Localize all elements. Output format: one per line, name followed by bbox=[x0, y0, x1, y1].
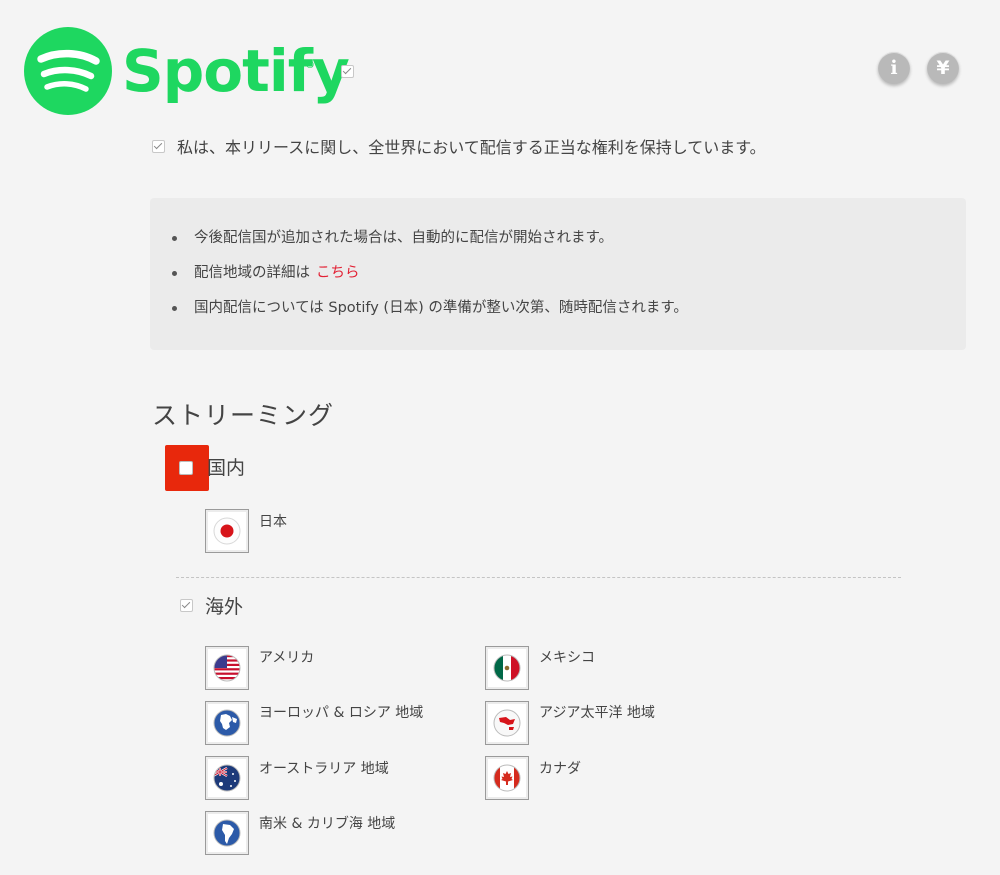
canada-flag-icon bbox=[493, 764, 521, 792]
australia-flag-button[interactable] bbox=[205, 756, 249, 800]
mexico-flag-icon bbox=[493, 654, 521, 682]
country-label-europe-russia: ヨーロッパ & ロシア 地域 bbox=[259, 705, 424, 721]
usa-flag-button[interactable] bbox=[205, 646, 249, 690]
release-territory-page: Spotify ® i ¥ 私は、本リリースに関し、全世界において配信する正当な… bbox=[0, 0, 1000, 875]
overseas-row: 海外 bbox=[180, 592, 243, 619]
japan-flag-button[interactable] bbox=[205, 509, 249, 553]
overseas-checkbox[interactable] bbox=[180, 599, 193, 612]
country-label-asia-pacific: アジア太平洋 地域 bbox=[539, 705, 655, 721]
notice-list: 今後配信国が追加された場合は、自動的に配信が開始されます。 配信地域の詳細は こち… bbox=[172, 228, 688, 333]
notice-item: 今後配信国が追加された場合は、自動的に配信が開始されます。 bbox=[172, 228, 688, 263]
country-label-usa: アメリカ bbox=[259, 650, 315, 666]
notice-item: 配信地域の詳細は こちら bbox=[172, 263, 688, 298]
europe-russia-button[interactable] bbox=[205, 701, 249, 745]
asia-pacific-icon bbox=[493, 709, 521, 737]
section-divider bbox=[176, 577, 901, 578]
region-details-link[interactable]: こちら bbox=[316, 265, 360, 281]
asia-pacific-button[interactable] bbox=[485, 701, 529, 745]
yen-icon[interactable]: ¥ bbox=[927, 52, 959, 84]
notice-domestic-text: 国内配信については Spotify (日本) の準備が整い次第、随時配信されます… bbox=[194, 300, 688, 316]
notice-region-details-text: 配信地域の詳細は bbox=[194, 265, 310, 281]
japan-flag-icon bbox=[213, 517, 241, 545]
australia-flag-icon bbox=[213, 764, 241, 792]
domestic-label: 国内 bbox=[207, 457, 246, 479]
country-label-canada: カナダ bbox=[539, 761, 581, 777]
overseas-label: 海外 bbox=[205, 596, 244, 618]
notice-auto-distribution-text: 今後配信国が追加された場合は、自動的に配信が開始されます。 bbox=[194, 230, 614, 246]
canada-flag-button[interactable] bbox=[485, 756, 529, 800]
usa-flag-icon bbox=[213, 654, 241, 682]
rights-label: 私は、本リリースに関し、全世界において配信する正当な権利を保持しています。 bbox=[177, 138, 766, 157]
south-america-caribbean-icon bbox=[213, 819, 241, 847]
country-label-australia: オーストラリア 地域 bbox=[259, 761, 389, 777]
rights-checkbox[interactable] bbox=[152, 139, 165, 153]
info-icon[interactable]: i bbox=[878, 52, 910, 84]
country-label-japan: 日本 bbox=[259, 514, 287, 530]
streaming-section-title: ストリーミング bbox=[152, 401, 335, 430]
spotify-wordmark: Spotify bbox=[122, 37, 350, 105]
mexico-flag-button[interactable] bbox=[485, 646, 529, 690]
south-america-caribbean-button[interactable] bbox=[205, 811, 249, 855]
brand-checkbox[interactable] bbox=[341, 65, 354, 78]
spotify-logo-icon bbox=[24, 27, 112, 115]
europe-russia-icon bbox=[213, 709, 241, 737]
domestic-checkbox-highlight bbox=[165, 445, 209, 491]
country-label-south-america-caribbean: 南米 & カリブ海 地域 bbox=[259, 816, 396, 832]
notice-box: 今後配信国が追加された場合は、自動的に配信が開始されます。 配信地域の詳細は こち… bbox=[150, 198, 966, 350]
rights-confirmation-row: 私は、本リリースに関し、全世界において配信する正当な権利を保持しています。 bbox=[152, 134, 766, 158]
registered-mark: ® bbox=[305, 60, 315, 71]
domestic-checkbox[interactable] bbox=[179, 461, 193, 475]
country-label-mexico: メキシコ bbox=[539, 650, 595, 666]
notice-item: 国内配信については Spotify (日本) の準備が整い次第、随時配信されます… bbox=[172, 298, 688, 333]
